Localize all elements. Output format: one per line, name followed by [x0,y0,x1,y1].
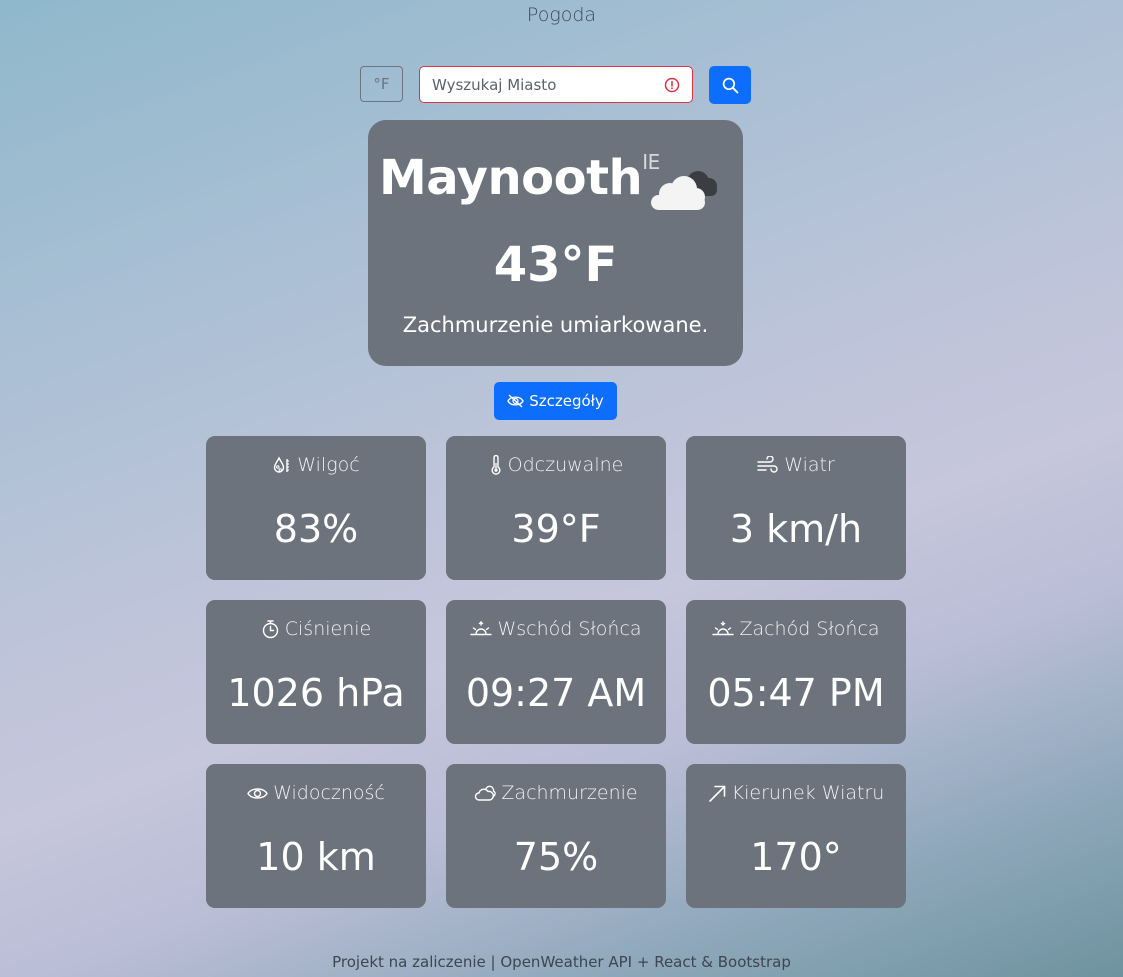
wind-direction-value: 170° [750,835,842,879]
eye-slash-icon [507,394,525,408]
wind-tile: Wiatr 3 km/h [686,436,906,580]
stopwatch-icon [262,620,278,639]
sunset-label: Zachód Słońca [739,618,880,640]
visibility-label: Widoczność [273,782,385,804]
feels-like-label: Odczuwalne [507,454,624,476]
pressure-tile: Ciśnienie 1026 hPa [206,600,426,744]
humidity-value: 83% [273,507,359,551]
wind-value: 3 km/h [729,507,863,551]
visibility-value: 10 km [256,835,376,879]
search-input[interactable] [432,75,652,94]
cloudiness-value: 75% [513,835,599,879]
cloud-icon [651,171,717,210]
search-button[interactable] [709,66,751,104]
city-heading: MaynoothIE [379,152,660,202]
app-title: Pogoda [526,4,597,26]
humidity-label: Wilgoć [297,454,360,476]
weather-description: Zachmurzenie umiarkowane. [402,313,709,337]
pressure-label: Ciśnienie [284,618,372,640]
humidity-icon [274,456,290,473]
search-field[interactable] [419,66,693,103]
sunrise-value: 09:27 AM [465,671,647,715]
wind-direction-tile: Kierunek Wiatru 170° [686,764,906,908]
thermometer-icon [491,455,501,475]
details-toggle-button[interactable]: Szczegóły [494,382,617,420]
wind-label: Wiatr [784,454,835,476]
current-temperature: 43°F [493,237,618,293]
sunrise-label: Wschód Słońca [497,618,642,640]
humidity-tile: Wilgoć 83% [206,436,426,580]
pressure-value: 1026 hPa [227,671,405,715]
cloudiness-tile: Zachmurzenie 75% [446,764,666,908]
footer-text: Projekt na zaliczenie | OpenWeather API … [332,953,791,971]
search-icon [722,77,738,93]
city-name: Maynooth [379,150,643,206]
sunrise-icon [470,621,493,636]
sunset-icon [712,621,735,636]
current-weather-card: MaynoothIE 43°F Zachmurzenie umiarkowane… [368,120,743,366]
clouds-icon [475,785,497,801]
wind-direction-label: Kierunek Wiatru [731,782,885,804]
sunrise-tile: Wschód Słońca 09:27 AM [446,600,666,744]
feels-like-value: 39°F [511,507,601,551]
arrow-up-right-icon [708,785,725,802]
eye-icon [247,787,268,799]
visibility-tile: Widoczność 10 km [206,764,426,908]
details-button-label: Szczegóły [529,392,604,410]
error-icon [664,77,680,92]
cloudiness-label: Zachmurzenie [501,782,638,804]
sunset-tile: Zachód Słońca 05:47 PM [686,600,906,744]
unit-toggle-button[interactable]: °F [360,66,403,102]
wind-icon [757,456,778,473]
sunset-value: 05:47 PM [707,671,885,715]
feels-like-tile: Odczuwalne 39°F [446,436,666,580]
